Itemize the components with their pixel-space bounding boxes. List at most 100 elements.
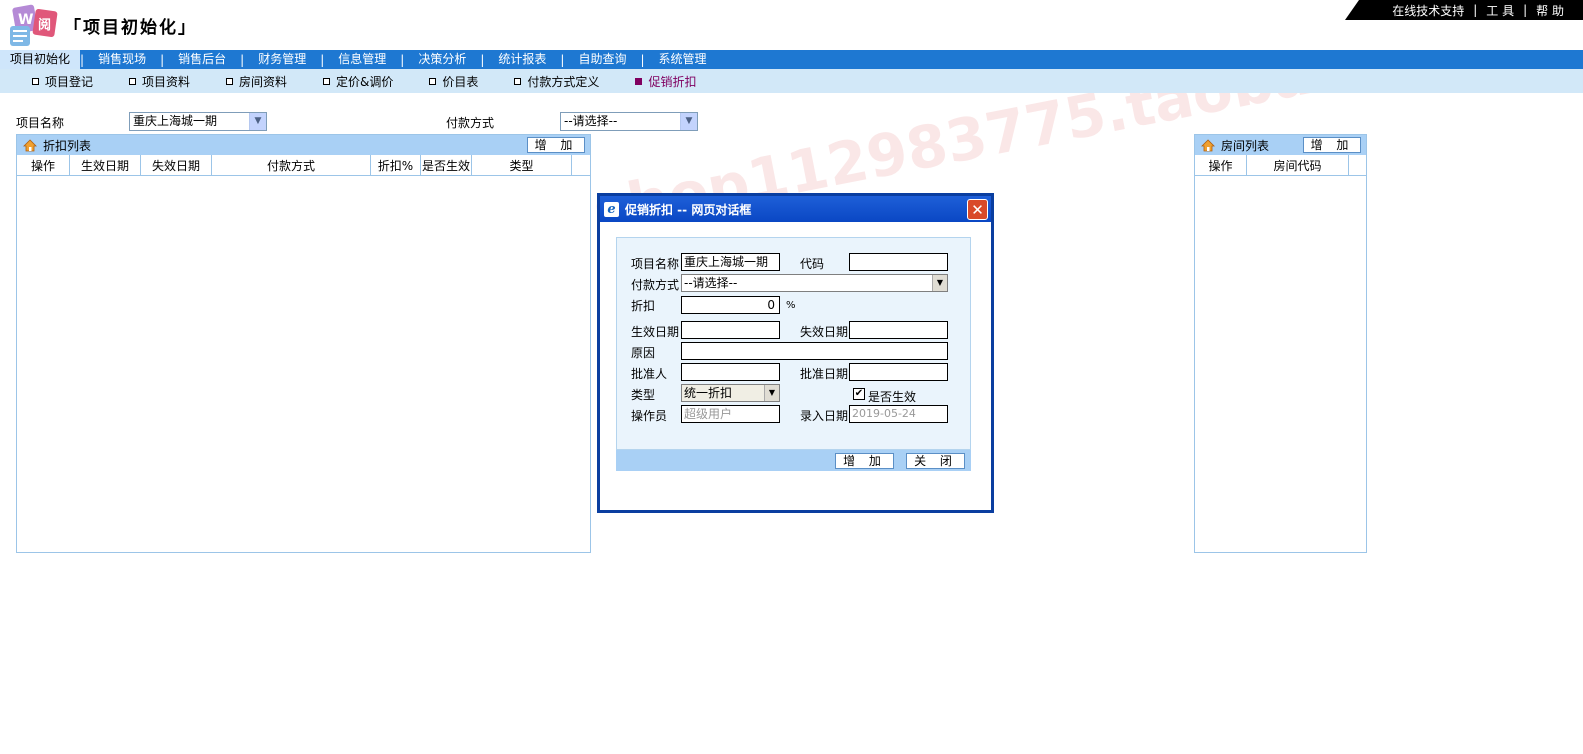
online-support-link[interactable]: 在线技术支持 [1383, 2, 1473, 19]
tools-link[interactable]: 工 具 [1477, 2, 1523, 19]
menu-item-sales-backend[interactable]: 销售后台 [164, 50, 240, 69]
column-header: 类型 [472, 155, 572, 175]
payment-method-label: 付款方式 [631, 278, 680, 292]
submenu-label: 房间资料 [239, 74, 288, 89]
discount-list-header: 折扣列表 增 加 [17, 135, 590, 155]
reason-field[interactable] [681, 342, 948, 360]
help-link[interactable]: 帮 助 [1527, 2, 1573, 19]
expire-date-label: 失效日期 [800, 325, 849, 339]
project-select-value: 重庆上海城一期 [133, 114, 218, 128]
column-header: 操作 [17, 155, 70, 175]
dialog-titlebar[interactable]: e 促销折扣 -- 网页对话框 ✕ [600, 196, 991, 222]
promo-discount-dialog: e 促销折扣 -- 网页对话框 ✕ 项目名称 重庆上海城一期 代码 付款方式 -… [597, 193, 994, 513]
page-header: W 阅 「项目初始化」 在线技术支持 | 工 具 | 帮 助 [0, 0, 1583, 50]
submenu-item-project-info[interactable]: 项目资料 [129, 73, 190, 90]
bullet-icon [514, 77, 522, 85]
discount-field[interactable]: 0 [681, 296, 780, 314]
svg-text:阅: 阅 [38, 17, 51, 33]
payment-method-label: 付款方式 [446, 116, 495, 130]
home-icon [1201, 138, 1215, 151]
submenu-label: 付款方式定义 [527, 74, 600, 89]
effective-date-label: 生效日期 [631, 325, 680, 339]
expire-date-field[interactable] [849, 321, 948, 339]
menu-item-self-query[interactable]: 自助查询 [564, 50, 640, 69]
close-button[interactable]: 关 闭 [906, 453, 965, 469]
svg-text:W: W [18, 12, 33, 28]
submenu-label: 项目登记 [45, 74, 94, 89]
discount-list-title: 折扣列表 [43, 138, 92, 153]
menu-item-reports[interactable]: 统计报表 [484, 50, 560, 69]
operator-field[interactable]: 超级用户 [681, 405, 780, 423]
column-header: 房间代码 [1247, 155, 1349, 175]
submenu-label: 项目资料 [142, 74, 191, 89]
bullet-icon [635, 77, 643, 85]
submenu-item-project-register[interactable]: 项目登记 [32, 73, 93, 90]
percent-sign: % [786, 300, 796, 311]
add-button[interactable]: 增 加 [835, 453, 894, 469]
menu-item-decision[interactable]: 决策分析 [404, 50, 480, 69]
chevron-down-icon: ▼ [932, 275, 947, 291]
reason-label: 原因 [631, 346, 656, 360]
menu-item-info[interactable]: 信息管理 [324, 50, 400, 69]
column-header: 是否生效 [421, 155, 472, 175]
bullet-icon [129, 77, 137, 85]
submenu-item-promo-discount[interactable]: 促销折扣 [635, 73, 696, 90]
close-icon[interactable]: ✕ [967, 199, 988, 220]
chevron-down-icon: ▼ [680, 113, 697, 130]
type-label: 类型 [631, 388, 656, 402]
effective-date-field[interactable] [681, 321, 780, 339]
room-list-header: 房间列表 增 加 [1195, 135, 1366, 155]
discount-label: 折扣 [631, 299, 656, 313]
app-logo-icon: W 阅 [10, 4, 58, 46]
code-label: 代码 [800, 257, 825, 271]
project-name-field[interactable]: 重庆上海城一期 [681, 253, 780, 271]
sub-menu: 项目登记 项目资料 房间资料 定价&调价 价目表 付款方式定义 促销折扣 [0, 69, 1583, 93]
project-name-label: 项目名称 [16, 116, 65, 130]
submenu-item-room-info[interactable]: 房间资料 [226, 73, 287, 90]
active-checkbox[interactable]: ✔ [853, 388, 865, 400]
bullet-icon [429, 77, 437, 85]
operator-label: 操作员 [631, 409, 668, 423]
bullet-icon [226, 77, 234, 85]
approve-date-label: 批准日期 [800, 367, 849, 381]
entry-date-label: 录入日期 [800, 409, 849, 423]
room-table-header: 操作 房间代码 [1195, 155, 1366, 176]
project-select[interactable]: 重庆上海城一期 ▼ [129, 112, 267, 131]
column-header [1349, 155, 1366, 175]
add-room-button[interactable]: 增 加 [1303, 137, 1361, 153]
payment-select-value: --请选择-- [564, 114, 618, 128]
room-list-panel: 房间列表 增 加 操作 房间代码 [1194, 134, 1367, 553]
payment-select[interactable]: --请选择-- ▼ [560, 112, 698, 131]
submenu-label: 价目表 [442, 74, 479, 89]
code-field[interactable] [849, 253, 948, 271]
submenu-label: 定价&调价 [336, 74, 394, 89]
approver-field[interactable] [681, 363, 780, 381]
bullet-icon [323, 77, 331, 85]
home-icon [23, 138, 37, 151]
submenu-item-price-list[interactable]: 价目表 [429, 73, 478, 90]
payment-method-select[interactable]: --请选择-- ▼ [681, 274, 948, 292]
dialog-title: 促销折扣 -- 网页对话框 [625, 202, 752, 217]
type-select-value: 统一折扣 [684, 386, 733, 400]
project-name-label: 项目名称 [631, 257, 680, 271]
column-header: 操作 [1195, 155, 1247, 175]
menu-item-finance[interactable]: 财务管理 [244, 50, 320, 69]
ie-icon: e [604, 201, 619, 217]
menu-item-sales-site[interactable]: 销售现场 [84, 50, 160, 69]
menu-item-project-init[interactable]: 项目初始化 [0, 50, 81, 69]
type-select[interactable]: 统一折扣 ▼ [681, 384, 780, 402]
approve-date-field[interactable] [849, 363, 948, 381]
entry-date-field[interactable]: 2019-05-24 [849, 405, 948, 423]
add-discount-button[interactable]: 增 加 [527, 137, 585, 153]
submenu-item-payment-def[interactable]: 付款方式定义 [514, 73, 599, 90]
submenu-item-pricing[interactable]: 定价&调价 [323, 73, 393, 90]
app-title: 「项目初始化」 [64, 18, 197, 38]
room-list-title: 房间列表 [1221, 138, 1270, 153]
discount-list-panel: 折扣列表 增 加 操作 生效日期 失效日期 付款方式 折扣% 是否生效 类型 [16, 134, 591, 553]
discount-form: 项目名称 重庆上海城一期 代码 付款方式 --请选择-- ▼ 折扣 0 % 生效… [616, 237, 971, 450]
menu-item-system[interactable]: 系统管理 [645, 50, 721, 69]
chevron-down-icon: ▼ [249, 113, 266, 130]
main-menu: 项目初始化 | 销售现场 | 销售后台 | 财务管理 | 信息管理 | 决策分析… [0, 50, 1583, 69]
column-header: 生效日期 [70, 155, 141, 175]
submenu-label: 促销折扣 [648, 74, 697, 89]
